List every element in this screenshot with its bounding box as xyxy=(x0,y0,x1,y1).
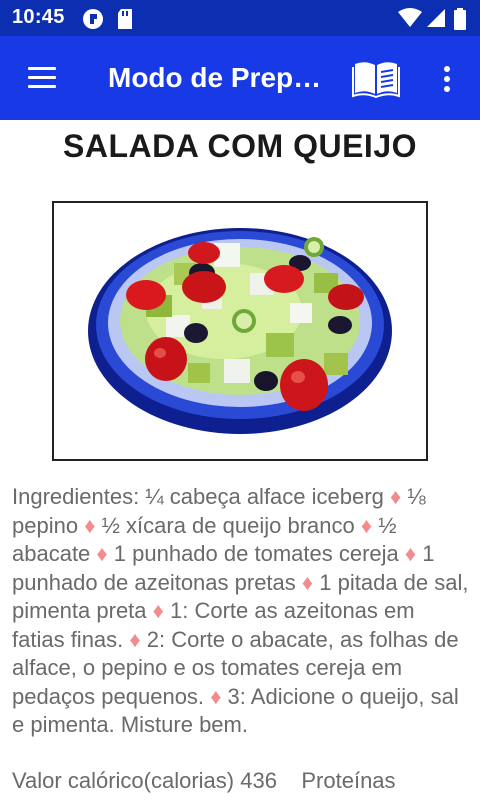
recipe-title: SALADA COM QUEIJO xyxy=(63,128,417,164)
separator-diamond: ♦ xyxy=(84,512,96,538)
recipe-text: Ingredientes: ¼ cabeça alface iceberg ♦ … xyxy=(12,483,470,740)
wifi-icon xyxy=(398,8,422,33)
app-bar: Modo de Prep… xyxy=(0,36,480,120)
recipe-item: 1 punhado de tomates cereja xyxy=(113,541,399,566)
pocket-casts-icon xyxy=(82,8,104,35)
separator-diamond: ♦ xyxy=(96,541,108,566)
page-title: Modo de Prep… xyxy=(108,62,322,93)
ingredients-label: Ingredientes: xyxy=(12,484,146,509)
status-time: 10:45 xyxy=(12,6,65,28)
separator-diamond: ♦ xyxy=(129,626,141,652)
recipe-image xyxy=(52,201,428,461)
separator-diamond: ♦ xyxy=(360,512,373,538)
separator-diamond: ♦ xyxy=(404,541,417,566)
separator-diamond: ♦ xyxy=(301,569,314,595)
battery-icon xyxy=(454,8,466,35)
cellular-signal-icon xyxy=(426,8,446,33)
book-icon[interactable] xyxy=(352,58,404,100)
menu-icon[interactable] xyxy=(20,58,64,98)
recipe-content[interactable]: SALADA COM QUEIJO Ingredientes: ¼ cabeça… xyxy=(0,120,480,800)
separator-diamond: ♦ xyxy=(152,598,164,623)
separator-diamond: ♦ xyxy=(389,484,402,509)
separator-diamond: ♦ xyxy=(210,683,222,709)
sd-card-icon xyxy=(116,8,134,35)
more-vert-icon[interactable] xyxy=(432,58,462,100)
status-bar: 10:45 xyxy=(0,0,480,36)
recipe-item: ½ xícara de queijo branco xyxy=(101,512,355,538)
recipe-item: ¼ cabeça alface iceberg xyxy=(145,484,384,509)
nutrition-info: Valor calórico(calorias) 436 Proteínas xyxy=(12,768,396,793)
